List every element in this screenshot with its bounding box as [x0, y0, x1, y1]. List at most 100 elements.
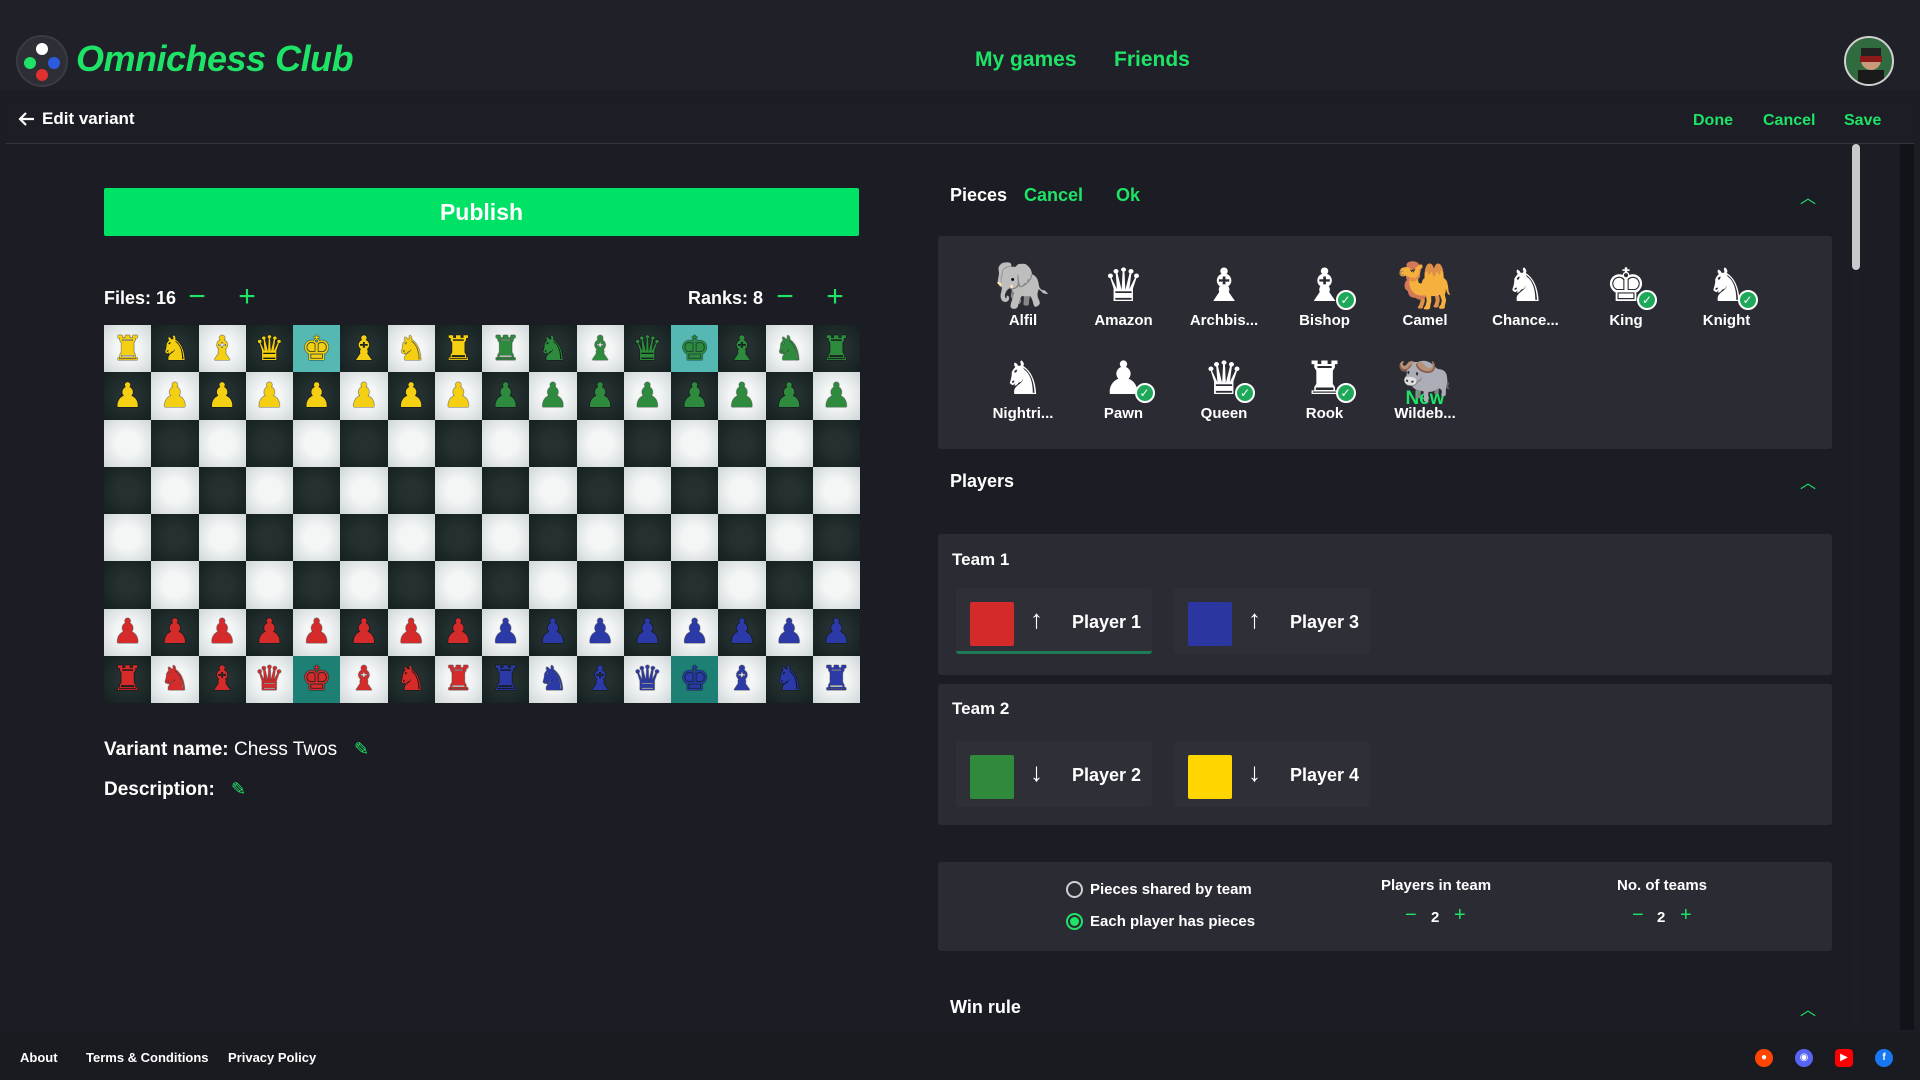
board-square[interactable]: ♟ [812, 608, 860, 656]
board-square[interactable] [151, 561, 199, 609]
ranks-increase-button[interactable]: + [821, 282, 849, 312]
board-square[interactable]: ♝ [198, 655, 246, 703]
collapse-win-rule-chevron-icon[interactable]: ︿ [1800, 996, 1816, 1020]
board-square[interactable] [812, 561, 860, 609]
board-square[interactable]: ♝ [718, 655, 766, 703]
board-piece[interactable]: ♜ [821, 662, 851, 696]
board-square[interactable] [245, 466, 293, 514]
board-square[interactable] [387, 561, 435, 609]
each-player-pieces-radio[interactable] [1066, 913, 1083, 930]
board-square[interactable]: ♟ [293, 608, 341, 656]
pieces-shared-radio[interactable] [1066, 881, 1083, 898]
board-piece[interactable]: ♟ [774, 379, 804, 413]
board-square[interactable] [718, 561, 766, 609]
board-piece[interactable]: ♝ [349, 332, 379, 366]
board-square[interactable] [104, 419, 152, 467]
player-3-color-swatch[interactable] [1188, 602, 1232, 646]
board-piece[interactable]: ♟ [207, 615, 237, 649]
board-square[interactable]: ♞ [387, 325, 435, 373]
board-square[interactable] [482, 466, 530, 514]
board-square[interactable]: ♜ [482, 655, 530, 703]
player-3-chip[interactable]: ↑ Player 3 [1174, 588, 1370, 654]
board-piece[interactable]: ♟ [679, 615, 709, 649]
board-square[interactable]: ♟ [671, 372, 719, 420]
board-piece[interactable]: ♛ [254, 662, 284, 696]
board-square[interactable] [434, 514, 482, 562]
board-piece[interactable]: ♟ [490, 615, 520, 649]
piece-option[interactable]: ♛ ✓ Queen [1179, 353, 1269, 422]
board-piece[interactable]: ♟ [160, 615, 190, 649]
board-piece[interactable]: ♟ [254, 615, 284, 649]
footer-about-link[interactable]: About [20, 1050, 58, 1065]
board-square[interactable] [718, 466, 766, 514]
board-square[interactable]: ♞ [765, 325, 813, 373]
board-piece[interactable]: ♜ [112, 662, 142, 696]
board-square[interactable]: ♝ [576, 325, 624, 373]
board-square[interactable] [623, 561, 671, 609]
board-square[interactable] [576, 466, 624, 514]
board-square[interactable] [293, 466, 341, 514]
piece-option[interactable]: ♝ Archbis... [1179, 260, 1269, 329]
board-piece[interactable]: ♛ [254, 332, 284, 366]
board-square[interactable]: ♟ [340, 608, 388, 656]
board-square[interactable] [151, 419, 199, 467]
cancel-button[interactable]: Cancel [1763, 112, 1815, 130]
done-button[interactable]: Done [1693, 112, 1733, 130]
board-piece[interactable]: ♟ [207, 379, 237, 413]
board-piece[interactable]: ♝ [585, 332, 615, 366]
piece-option[interactable]: ♞ ✓ Knight [1682, 260, 1772, 329]
board-square[interactable] [765, 514, 813, 562]
board-piece[interactable]: ♜ [112, 332, 142, 366]
board-piece[interactable]: ♟ [538, 615, 568, 649]
footer-privacy-link[interactable]: Privacy Policy [228, 1050, 316, 1065]
board-square[interactable] [104, 561, 152, 609]
board-square[interactable] [482, 561, 530, 609]
back-button[interactable]: Edit variant [18, 109, 135, 129]
board-square[interactable] [765, 561, 813, 609]
board-square[interactable] [434, 561, 482, 609]
board-square[interactable]: ♟ [104, 372, 152, 420]
board-piece[interactable]: ♞ [774, 332, 804, 366]
board-square[interactable] [623, 514, 671, 562]
board-square[interactable] [812, 466, 860, 514]
board-piece[interactable]: ♞ [396, 662, 426, 696]
board-piece[interactable]: ♟ [443, 379, 473, 413]
scrollbar-thumb[interactable] [1852, 144, 1860, 270]
board-square[interactable]: ♜ [434, 325, 482, 373]
board-square[interactable] [293, 419, 341, 467]
board-piece[interactable]: ♟ [632, 379, 662, 413]
players-in-team-decrease-button[interactable]: − [1405, 905, 1417, 925]
board-piece[interactable]: ♝ [207, 662, 237, 696]
board-square[interactable]: ♟ [245, 608, 293, 656]
board-piece[interactable]: ♝ [727, 662, 757, 696]
board-square[interactable]: ♛ [623, 655, 671, 703]
board-piece[interactable]: ♟ [301, 615, 331, 649]
board-square[interactable] [434, 419, 482, 467]
pieces-cancel-button[interactable]: Cancel [1024, 185, 1083, 206]
board-square[interactable] [765, 466, 813, 514]
board-square[interactable] [198, 561, 246, 609]
board-piece[interactable]: ♜ [821, 332, 851, 366]
board-square[interactable]: ♟ [434, 372, 482, 420]
board-square[interactable]: ♜ [812, 655, 860, 703]
board-square[interactable]: ♟ [434, 608, 482, 656]
board-square[interactable] [293, 514, 341, 562]
board-square[interactable]: ♚ [293, 325, 341, 373]
board-square[interactable] [340, 466, 388, 514]
board-square[interactable]: ♚ [671, 655, 719, 703]
board-square[interactable]: ♟ [623, 608, 671, 656]
logo-icon[interactable] [16, 35, 68, 87]
board-piece[interactable]: ♟ [679, 379, 709, 413]
board-piece[interactable]: ♜ [490, 332, 520, 366]
board-square[interactable] [718, 514, 766, 562]
board-square[interactable]: ♞ [765, 655, 813, 703]
board-square[interactable] [671, 561, 719, 609]
board-piece[interactable]: ♟ [585, 379, 615, 413]
board-piece[interactable]: ♟ [301, 379, 331, 413]
board-piece[interactable]: ♟ [396, 615, 426, 649]
scrollbar-track[interactable] [1852, 144, 1860, 1030]
board-square[interactable] [623, 419, 671, 467]
board-square[interactable] [765, 419, 813, 467]
save-button[interactable]: Save [1844, 112, 1881, 130]
board-square[interactable]: ♝ [340, 325, 388, 373]
